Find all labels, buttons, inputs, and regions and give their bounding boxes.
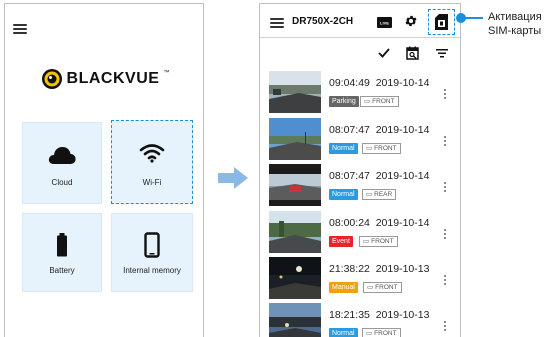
filter-icon[interactable] [436,49,448,58]
tile-cloud[interactable]: Cloud [22,122,102,204]
more-options-icon[interactable] [444,229,446,241]
camera-icon: ▭ [366,330,373,337]
sim-activation-callout: Активация SIM-карты [488,10,542,38]
event-type-badge: Parking [329,96,359,107]
tile-battery[interactable]: Battery [22,213,102,292]
camera-badge: ▭ FRONT [359,236,398,247]
brand-name: BLACKVUE [66,70,160,87]
camera-badge: ▭ FRONT [362,328,401,337]
brand-logo: BLACKVUE ™ [5,68,203,90]
list-item[interactable]: 08:07:47 2019-10-14 Normal ▭ FRONT [269,118,459,161]
recording-datetime: 08:00:24 2019-10-14 [329,217,430,229]
menu-icon[interactable] [13,24,27,34]
video-thumbnail [269,164,321,206]
event-type-badge: Normal [329,189,358,200]
more-options-icon[interactable] [444,321,446,333]
camera-badge: ▭ FRONT [362,143,401,154]
list-item[interactable]: 08:00:24 2019-10-14 Event ▭ FRONT [269,211,459,254]
more-options-icon[interactable] [444,89,446,101]
more-options-icon[interactable] [444,182,446,194]
list-toolbar [260,40,460,64]
tile-internal-memory[interactable]: Internal memory [111,213,193,292]
camera-badge: ▭ FRONT [363,282,402,293]
trademark: ™ [163,70,170,76]
recording-datetime: 18:21:35 2019-10-13 [329,309,430,321]
cloud-icon [23,145,101,165]
recording-datetime: 08:07:47 2019-10-14 [329,170,430,182]
camera-icon: ▭ [366,145,373,152]
event-type-badge: Event [329,236,353,247]
video-thumbnail [269,211,321,253]
recording-datetime: 21:38:22 2019-10-13 [329,263,430,275]
app-bar: DR750X-2CH LIVE [260,4,460,38]
sim-card-icon [435,14,448,30]
home-screen: BLACKVUE ™ Cloud Wi-Fi Battery Internal … [4,3,204,337]
tile-battery-label: Battery [49,266,75,275]
check-icon[interactable] [378,48,390,58]
transition-arrow-icon [218,167,248,189]
video-thumbnail [269,71,321,113]
tile-cloud-label: Cloud [51,178,73,187]
phone-memory-icon [112,232,192,258]
more-options-icon[interactable] [444,136,446,148]
more-options-icon[interactable] [444,275,446,287]
recording-datetime: 09:04:49 2019-10-14 [329,77,430,89]
video-thumbnail [269,118,321,160]
tile-wifi-label: Wi-Fi [142,178,162,187]
camera-icon: ▭ [367,284,374,291]
callout-line-1: Активация [488,11,542,23]
video-thumbnail [269,303,321,337]
figure-root: BLACKVUE ™ Cloud Wi-Fi Battery Internal … [0,0,556,337]
callout-line-2: SIM-карты [488,25,542,37]
list-item[interactable]: 08:07:47 2019-10-14 Normal ▭ REAR [269,164,459,207]
battery-icon [23,233,101,257]
camera-badge: ▭ FRONT [360,96,399,107]
recording-datetime: 08:07:47 2019-10-14 [329,124,430,136]
live-icon[interactable]: LIVE [377,17,392,28]
camera-icon: ▭ [364,98,371,105]
tile-wifi[interactable]: Wi-Fi [111,120,193,204]
menu-icon[interactable] [270,18,284,28]
recordings-screen: DR750X-2CH LIVE 09:04:49 2019-10-14 Park… [259,3,461,337]
gear-icon[interactable] [404,14,418,28]
list-item[interactable]: 18:21:35 2019-10-13 Normal ▭ FRONT [269,303,459,337]
event-type-badge: Normal [329,143,358,154]
list-item[interactable]: 21:38:22 2019-10-13 Manual ▭ FRONT [269,257,459,300]
video-thumbnail [269,257,321,299]
camera-icon: ▭ [366,191,373,198]
event-type-badge: Manual [329,282,358,293]
blackvue-logo-icon [41,69,62,89]
sim-activation-button[interactable] [428,9,455,35]
calendar-search-icon[interactable] [406,46,419,60]
list-item[interactable]: 09:04:49 2019-10-14 Parking ▭ FRONT [269,71,459,114]
wifi-icon [112,143,192,163]
camera-badge: ▭ REAR [362,189,397,200]
callout-line [465,17,483,19]
camera-icon: ▭ [363,238,370,245]
tile-memory-label: Internal memory [123,266,181,275]
device-title: DR750X-2CH [292,16,354,27]
live-label: LIVE [380,20,389,25]
event-type-badge: Normal [329,328,358,337]
